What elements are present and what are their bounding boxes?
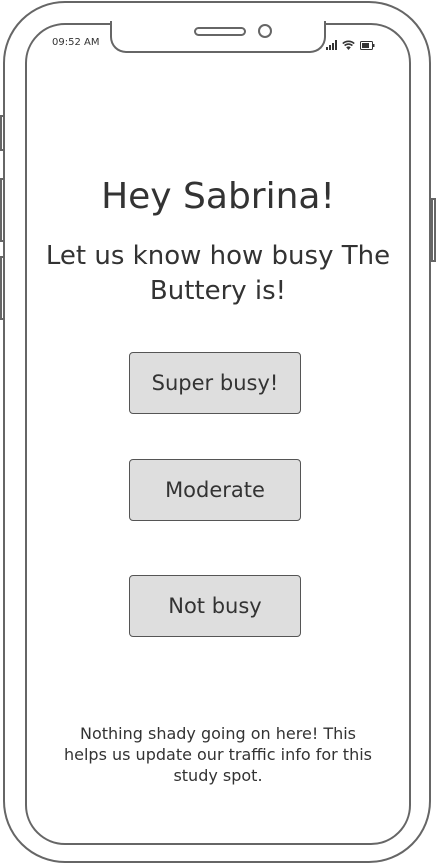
speaker-grille: [194, 27, 246, 36]
status-icons: [326, 36, 375, 50]
phone-screen: [25, 23, 411, 845]
footnote-text: Nothing shady going on here! This helps …: [63, 724, 372, 785]
greeting-title: Hey Sabrina!: [101, 176, 335, 217]
wifi-icon: [342, 40, 355, 50]
prompt-text: Let us know how busy The Buttery is!: [45, 241, 391, 306]
signal-icon: [326, 40, 337, 50]
mute-switch: [0, 115, 5, 151]
status-time: 09:52 AM: [52, 37, 100, 48]
not-busy-button[interactable]: Not busy: [129, 575, 301, 637]
moderate-button[interactable]: Moderate: [129, 459, 301, 521]
camera-icon: [258, 24, 272, 38]
battery-icon: [360, 41, 375, 50]
super-busy-button[interactable]: Super busy!: [129, 352, 301, 414]
notch: [110, 21, 326, 53]
volume-down-button: [0, 256, 5, 320]
